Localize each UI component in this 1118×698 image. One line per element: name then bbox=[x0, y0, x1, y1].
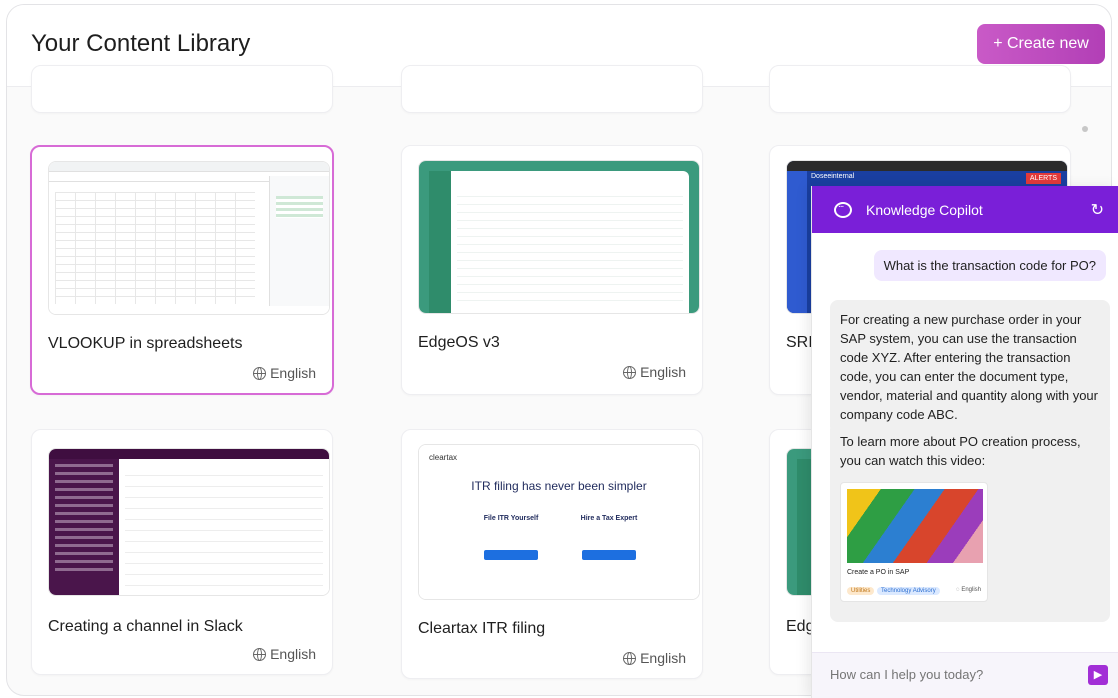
card-language: English bbox=[623, 650, 686, 666]
card-language: English bbox=[253, 646, 316, 662]
content-card[interactable]: VLOOKUP in spreadsheets English bbox=[30, 145, 334, 395]
card-thumbnail bbox=[418, 160, 700, 314]
card-language: English bbox=[623, 364, 686, 380]
page-title: Your Content Library bbox=[31, 30, 251, 57]
content-card[interactable]: cleartax ITR filing has never been simpl… bbox=[401, 429, 703, 679]
copilot-input-bar: ▶ bbox=[812, 652, 1118, 698]
video-thumbnail bbox=[847, 489, 983, 563]
copilot-message-input[interactable] bbox=[830, 667, 1070, 682]
card-partial-1[interactable] bbox=[31, 65, 333, 113]
globe-icon bbox=[623, 651, 637, 665]
send-icon[interactable]: ▶ bbox=[1088, 665, 1108, 685]
video-tag: Technology Advisory bbox=[877, 587, 940, 595]
card-title: SRI bbox=[786, 334, 813, 351]
globe-icon bbox=[253, 366, 267, 380]
card-title: EdgeOS v3 bbox=[418, 334, 500, 351]
globe-icon bbox=[253, 647, 267, 661]
card-thumbnail bbox=[48, 448, 330, 596]
globe-icon bbox=[623, 365, 637, 379]
knowledge-copilot-panel: Knowledge Copilot ↻ What is the transact… bbox=[811, 186, 1118, 698]
scroll-indicator bbox=[1082, 126, 1088, 132]
video-card[interactable]: Create a PO in SAP Utilities Technology … bbox=[840, 482, 988, 602]
copilot-title: Knowledge Copilot bbox=[866, 201, 983, 218]
chat-bubble-icon bbox=[834, 199, 852, 218]
copilot-header: Knowledge Copilot ↻ bbox=[812, 186, 1118, 233]
video-title: Create a PO in SAP bbox=[847, 569, 910, 576]
card-language: English bbox=[253, 365, 316, 381]
card-title: Cleartax ITR filing bbox=[418, 620, 546, 637]
video-language: ◌ English bbox=[956, 587, 981, 593]
refresh-icon[interactable]: ↻ bbox=[1091, 200, 1104, 220]
card-thumbnail: cleartax ITR filing has never been simpl… bbox=[418, 444, 700, 600]
card-title: VLOOKUP in spreadsheets bbox=[48, 335, 243, 352]
content-card[interactable]: Creating a channel in Slack English bbox=[31, 429, 333, 675]
card-title: Creating a channel in Slack bbox=[48, 618, 243, 635]
content-card[interactable]: EdgeOS v3 English bbox=[401, 145, 703, 395]
video-tag: Utilities bbox=[847, 587, 875, 595]
bot-message: For creating a new purchase order in you… bbox=[830, 300, 1110, 434]
create-new-button[interactable]: + Create new bbox=[977, 24, 1105, 64]
card-partial-2[interactable] bbox=[401, 65, 703, 113]
card-partial-3[interactable] bbox=[769, 65, 1071, 113]
user-message: What is the transaction code for PO? bbox=[873, 250, 1106, 281]
card-thumbnail bbox=[48, 161, 330, 315]
